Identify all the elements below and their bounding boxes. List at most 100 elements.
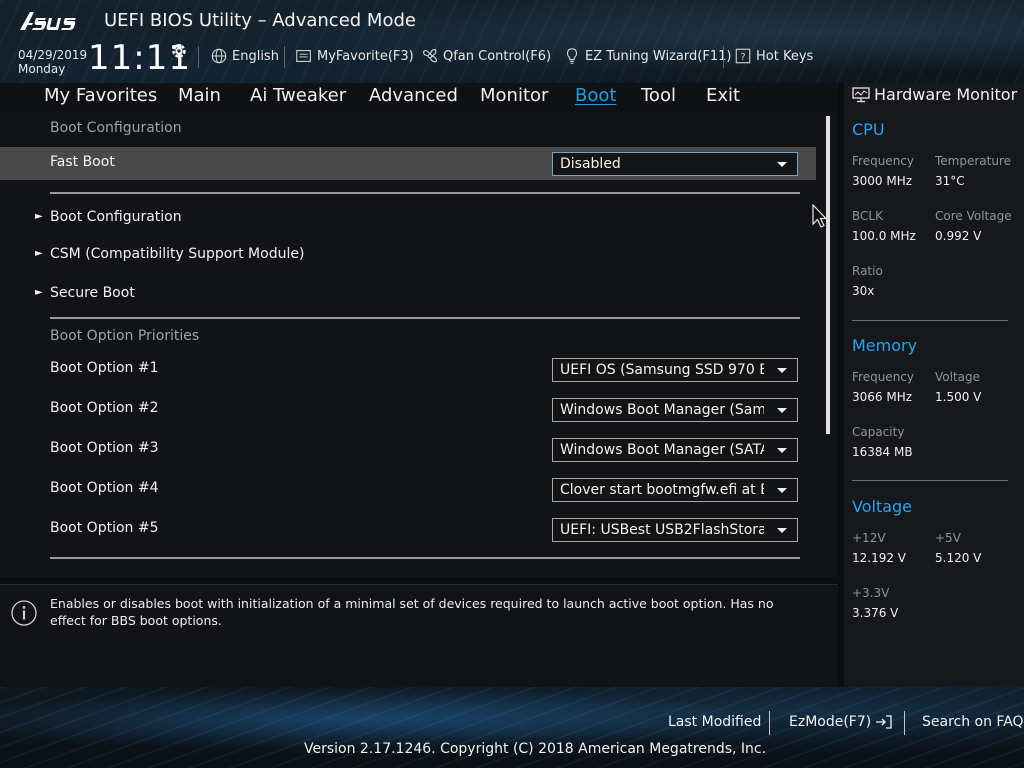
boot-option-3-label: Boot Option #3 bbox=[50, 440, 159, 456]
submenu-arrow-icon: ► bbox=[35, 211, 43, 222]
hardware-monitor-label: Hardware Monitor bbox=[874, 85, 1018, 104]
voltage-5v-label: +5V bbox=[935, 531, 961, 545]
header-separator bbox=[284, 46, 285, 68]
voltage-5v-value: 5.120 V bbox=[935, 551, 982, 565]
last-modified-button[interactable]: Last Modified bbox=[668, 714, 761, 730]
help-box-icon: ? bbox=[735, 48, 751, 64]
cpu-ratio-value: 30x bbox=[852, 284, 875, 298]
globe-icon bbox=[211, 48, 227, 64]
cpu-temperature-value: 31°C bbox=[935, 174, 965, 188]
ez-tuning-wizard-button[interactable]: EZ Tuning Wizard(F11) bbox=[563, 46, 731, 66]
search-faq-label: Search on FAQ bbox=[922, 714, 1024, 730]
tab-ai-tweaker[interactable]: Ai Tweaker bbox=[250, 83, 346, 111]
search-faq-button[interactable]: Search on FAQ bbox=[922, 714, 1024, 730]
hw-divider bbox=[852, 320, 1008, 321]
section-header-boot-option-priorities: Boot Option Priorities bbox=[50, 328, 200, 344]
boot-settings-panel: Boot Configuration Fast Boot Disabled ► … bbox=[0, 111, 838, 577]
boot-option-1-value: UEFI OS (Samsung SSD 970 EVO bbox=[560, 362, 764, 378]
fast-boot-dropdown[interactable]: Disabled bbox=[552, 152, 798, 176]
fan-icon bbox=[423, 49, 437, 63]
submenu-boot-configuration[interactable]: Boot Configuration bbox=[50, 209, 182, 225]
voltage-3v3-value: 3.376 V bbox=[852, 606, 899, 620]
chevron-down-icon bbox=[777, 448, 787, 453]
header-separator bbox=[723, 46, 724, 68]
boot-option-4-value: Clover start bootmgfw.efi at EFI bbox=[560, 482, 764, 498]
hardware-monitor-title: Hardware Monitor bbox=[852, 85, 1017, 104]
main-menu-bar: My Favorites Main Ai Tweaker Advanced Mo… bbox=[0, 83, 838, 111]
lightbulb-icon bbox=[566, 48, 578, 64]
tab-main[interactable]: Main bbox=[178, 83, 221, 111]
scrollbar[interactable] bbox=[826, 116, 830, 434]
boot-option-1-dropdown[interactable]: UEFI OS (Samsung SSD 970 EVO bbox=[552, 358, 798, 382]
chevron-down-icon bbox=[777, 488, 787, 493]
chevron-down-icon bbox=[777, 528, 787, 533]
tab-my-favorites[interactable]: My Favorites bbox=[44, 83, 157, 111]
cpu-core-voltage-label: Core Voltage bbox=[935, 209, 1012, 223]
language-label: English bbox=[232, 48, 279, 64]
submenu-csm[interactable]: CSM (Compatibility Support Module) bbox=[50, 246, 304, 262]
memory-voltage-label: Voltage bbox=[935, 370, 981, 384]
divider bbox=[50, 317, 800, 319]
section-header-boot-configuration: Boot Configuration bbox=[50, 120, 182, 136]
tab-tool[interactable]: Tool bbox=[641, 83, 676, 111]
memory-voltage-value: 1.500 V bbox=[935, 390, 982, 404]
cpu-ratio-label: Ratio bbox=[852, 264, 883, 278]
cpu-frequency-label: Frequency bbox=[852, 154, 914, 168]
memory-section-header: Memory bbox=[852, 336, 918, 355]
tab-advanced[interactable]: Advanced bbox=[369, 83, 458, 111]
cpu-bclk-value: 100.0 MHz bbox=[852, 229, 916, 243]
cpu-core-voltage-value: 0.992 V bbox=[935, 229, 982, 243]
submenu-secure-boot[interactable]: Secure Boot bbox=[50, 285, 135, 301]
boot-option-4-label: Boot Option #4 bbox=[50, 480, 159, 496]
submenu-arrow-icon: ► bbox=[35, 287, 43, 298]
memory-capacity-label: Capacity bbox=[852, 425, 905, 439]
ezmode-button[interactable]: EzMode(F7) bbox=[789, 714, 893, 730]
boot-option-3-dropdown[interactable]: Windows Boot Manager (SATA6C bbox=[552, 438, 798, 462]
myfavorite-button[interactable]: MyFavorite(F3) bbox=[295, 46, 414, 66]
boot-option-3-value: Windows Boot Manager (SATA6C bbox=[560, 442, 764, 458]
chevron-down-icon bbox=[777, 368, 787, 373]
divider bbox=[50, 192, 800, 194]
boot-option-5-dropdown[interactable]: UEFI: USBest USB2FlashStorage( bbox=[552, 518, 798, 542]
chevron-down-icon bbox=[777, 408, 787, 413]
memory-frequency-value: 3066 MHz bbox=[852, 390, 913, 404]
cpu-frequency-value: 3000 MHz bbox=[852, 174, 913, 188]
fast-boot-value: Disabled bbox=[560, 156, 621, 172]
svg-text:?: ? bbox=[740, 52, 745, 63]
boot-option-4-dropdown[interactable]: Clover start bootmgfw.efi at EFI bbox=[552, 478, 798, 502]
help-description: Enables or disables boot with initializa… bbox=[50, 596, 774, 628]
voltage-12v-label: +12V bbox=[852, 531, 886, 545]
voltage-section-header: Voltage bbox=[852, 497, 913, 516]
qfan-control-label: Qfan Control(F6) bbox=[443, 48, 552, 64]
fast-boot-label: Fast Boot bbox=[50, 154, 115, 170]
header-bar: UEFI BIOS Utility – Advanced Mode 04/29/… bbox=[0, 0, 1024, 83]
chevron-down-icon bbox=[777, 162, 787, 167]
help-panel: Enables or disables boot with initializa… bbox=[0, 584, 838, 687]
boot-option-5-value: UEFI: USBest USB2FlashStorage( bbox=[560, 522, 764, 538]
hot-keys-label: Hot Keys bbox=[756, 48, 814, 64]
last-modified-label: Last Modified bbox=[668, 714, 762, 730]
cpu-section-header: CPU bbox=[852, 120, 885, 139]
tab-monitor[interactable]: Monitor bbox=[480, 83, 548, 111]
divider bbox=[50, 557, 800, 559]
hardware-monitor-panel: Hardware Monitor CPU Frequency 3000 MHz … bbox=[844, 83, 1024, 687]
monitor-icon bbox=[852, 86, 870, 102]
submenu-arrow-icon: ► bbox=[35, 248, 43, 259]
myfavorite-label: MyFavorite(F3) bbox=[317, 48, 414, 64]
asus-logo bbox=[20, 12, 76, 30]
boot-option-2-dropdown[interactable]: Windows Boot Manager (Samsur bbox=[552, 398, 798, 422]
gear-icon[interactable] bbox=[170, 42, 188, 60]
tab-exit[interactable]: Exit bbox=[706, 83, 740, 111]
tab-boot[interactable]: Boot bbox=[575, 83, 616, 111]
voltage-12v-value: 12.192 V bbox=[852, 551, 907, 565]
qfan-control-button[interactable]: Qfan Control(F6) bbox=[421, 46, 551, 66]
hw-divider bbox=[852, 480, 1008, 481]
hot-keys-button[interactable]: ? Hot Keys bbox=[734, 46, 813, 66]
info-icon bbox=[11, 600, 37, 626]
app-title: UEFI BIOS Utility – Advanced Mode bbox=[104, 10, 416, 31]
ez-tuning-wizard-label: EZ Tuning Wizard(F11) bbox=[585, 48, 732, 64]
language-button[interactable]: English bbox=[210, 46, 279, 66]
day-display: Monday bbox=[18, 62, 66, 76]
cpu-temperature-label: Temperature bbox=[935, 154, 1012, 168]
date-display: 04/29/2019 bbox=[18, 48, 88, 62]
